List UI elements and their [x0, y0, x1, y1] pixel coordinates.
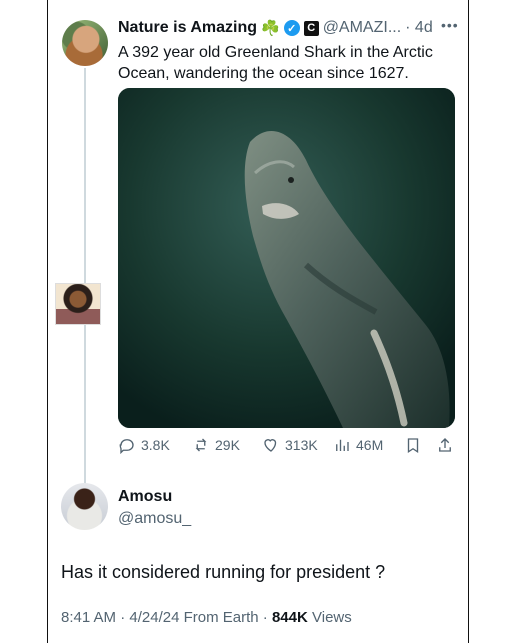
reply-views-label: Views — [312, 609, 352, 626]
meta-separator: · — [262, 609, 272, 626]
tweet-header: Nature is Amazing ☘️ ✓ C @AMAZI... · 4d — [118, 17, 460, 39]
reply-time[interactable]: 8:41 AM — [61, 609, 116, 626]
meta-separator: · — [120, 609, 130, 626]
shark-photo[interactable] — [118, 88, 455, 428]
heart-icon — [264, 439, 277, 452]
views-chart-icon — [336, 439, 349, 451]
tweet-time[interactable]: · 4d — [405, 19, 433, 37]
nature-is-amazing-avatar[interactable] — [62, 20, 108, 66]
reply-count: 3.8K — [141, 437, 170, 453]
share-icon — [439, 438, 451, 452]
bookmark-icon — [407, 438, 419, 454]
reply-text: Has it considered running for president … — [61, 562, 386, 582]
reply-author[interactable]: Amosu @amosu_ — [118, 488, 191, 528]
views-action[interactable]: 46M — [333, 436, 383, 454]
bookmark-action[interactable] — [404, 436, 422, 454]
clover-icon: ☘️ — [261, 20, 280, 37]
amosu-avatar[interactable] — [61, 483, 108, 530]
author-name[interactable]: Nature is Amazing — [118, 19, 257, 37]
reply-meta: 8:41 AM · 4/24/24 From Earth · 844K View… — [61, 609, 352, 626]
greenland-shark-illustration — [118, 88, 455, 428]
reply-icon — [119, 439, 134, 454]
retweet-count: 29K — [215, 437, 240, 453]
affiliation-badge-icon: C — [303, 20, 319, 36]
author-handle[interactable]: @AMAZI... — [323, 19, 401, 37]
verified-badge-icon: ✓ — [283, 20, 300, 36]
reply-author-handle: @amosu_ — [118, 510, 192, 527]
tweet-actions: 3.8K 29K 313K 46M — [118, 436, 456, 458]
retweet-action[interactable]: 29K — [192, 436, 240, 454]
like-action[interactable]: 313K — [262, 436, 318, 454]
like-count: 313K — [285, 437, 318, 453]
more-options-icon[interactable]: ••• — [441, 17, 459, 33]
retweet-icon — [195, 438, 207, 452]
reply-source: From Earth — [183, 609, 259, 626]
reply-action[interactable]: 3.8K — [118, 436, 170, 454]
tweet-text: A 392 year old Greenland Shark in the Ar… — [118, 44, 433, 82]
views-count: 46M — [356, 437, 384, 453]
reply-date[interactable]: 4/24/24 — [129, 609, 179, 626]
reply-author-name: Amosu — [118, 488, 173, 505]
share-action[interactable] — [436, 436, 454, 454]
reply-thread-avatar[interactable] — [55, 283, 101, 325]
reply-views-count: 844K — [271, 609, 308, 626]
